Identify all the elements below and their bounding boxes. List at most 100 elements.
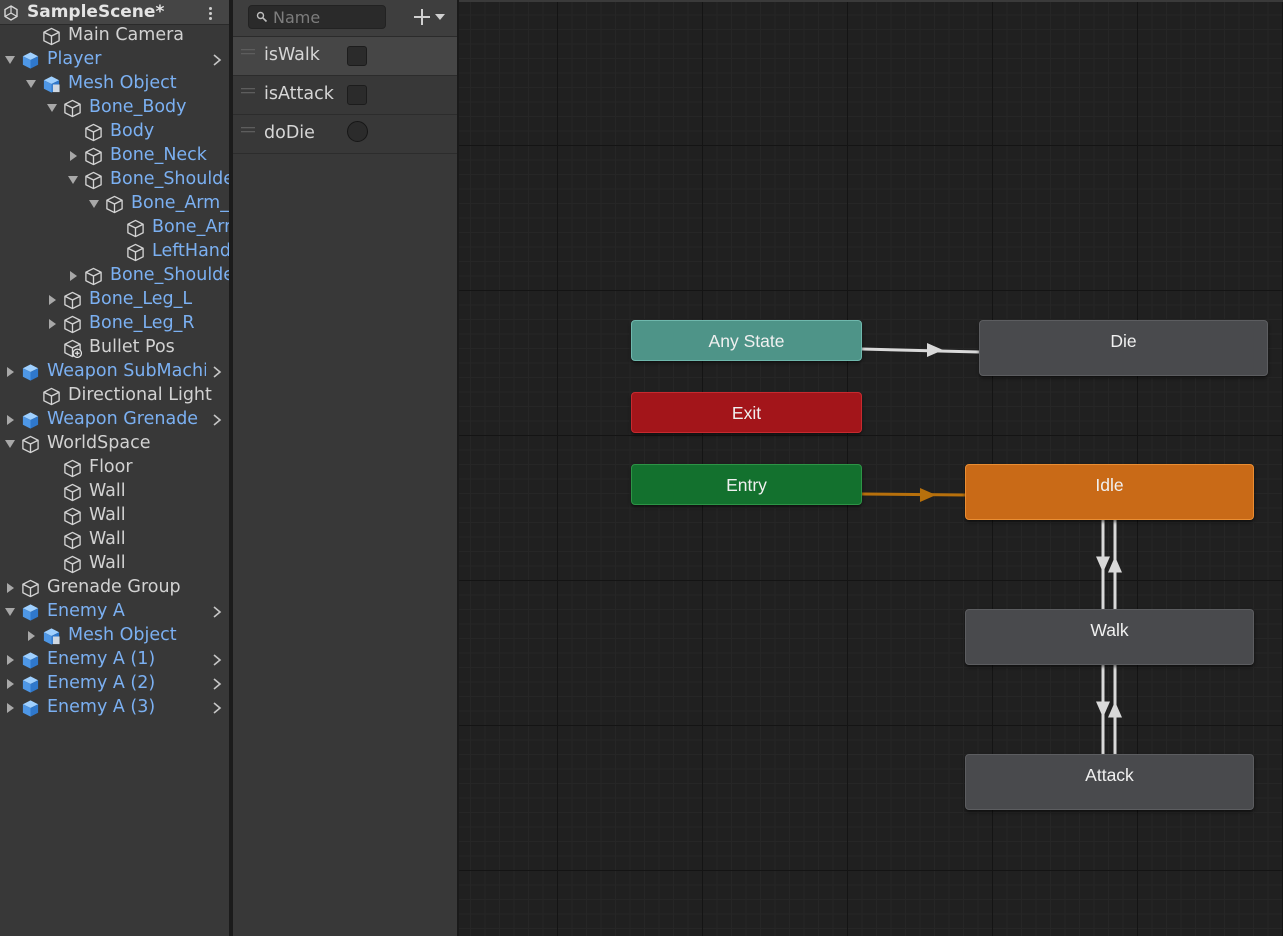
hierarchy-item[interactable]: Enemy A — [0, 600, 229, 624]
expand-right-arrow-icon[interactable] — [46, 293, 58, 307]
gameobject-cube-icon — [64, 99, 81, 118]
hierarchy-item[interactable]: Bone_Leg_L — [0, 288, 229, 312]
hierarchy-item-label: Bone_Body — [89, 97, 187, 117]
expand-right-arrow-icon[interactable] — [25, 629, 37, 643]
add-parameter-button[interactable] — [410, 5, 452, 29]
expand-right-arrow-icon[interactable] — [67, 269, 79, 283]
prefab-cube-icon — [22, 364, 39, 381]
transition-any-to-die[interactable] — [861, 347, 980, 354]
expand-down-arrow-icon[interactable] — [4, 437, 16, 451]
scene-header[interactable]: SampleScene* — [0, 0, 229, 25]
gameobject-cube-icon — [64, 507, 81, 526]
state-node-entry[interactable]: Entry — [631, 464, 862, 505]
bool-checkbox[interactable] — [347, 46, 367, 66]
open-prefab-chevron-icon[interactable] — [211, 413, 223, 427]
hierarchy-item[interactable]: Wall — [0, 504, 229, 528]
state-node-die[interactable]: Die — [979, 320, 1268, 376]
hierarchy-item[interactable]: Enemy A (2) — [0, 672, 229, 696]
parameter-row-doDie[interactable]: doDie — [233, 115, 457, 154]
hierarchy-item-label: Weapon SubMachineGun — [47, 361, 206, 381]
more-options-icon[interactable] — [205, 4, 217, 22]
hierarchy-item[interactable]: Main Camera — [0, 24, 229, 48]
expand-right-arrow-icon[interactable] — [46, 317, 58, 331]
hierarchy-item[interactable]: LeftHand — [0, 240, 229, 264]
hierarchy-item[interactable]: Grenade Group — [0, 576, 229, 600]
drag-handle-icon[interactable] — [241, 127, 255, 133]
animator-graph[interactable]: Any State Die Exit Entry Idle Walk Attack — [459, 0, 1283, 936]
state-node-exit[interactable]: Exit — [631, 392, 862, 433]
hierarchy-item[interactable]: Mesh Object — [0, 624, 229, 648]
hierarchy-item[interactable]: Mesh Object — [0, 72, 229, 96]
open-prefab-chevron-icon[interactable] — [211, 365, 223, 379]
hierarchy-item[interactable]: Floor — [0, 456, 229, 480]
expand-down-arrow-icon[interactable] — [46, 101, 58, 115]
parameter-name[interactable]: isAttack — [264, 84, 334, 104]
gameobject-cube-icon — [64, 555, 81, 574]
hierarchy-item[interactable]: Bone_Arm_L — [0, 216, 229, 240]
hierarchy-item[interactable]: Bone_Arm_L — [0, 192, 229, 216]
hierarchy-item-label: Bone_Arm_L — [152, 217, 229, 237]
parameter-row-isAttack[interactable]: isAttack — [233, 76, 457, 115]
hierarchy-item[interactable]: Directional Light — [0, 384, 229, 408]
open-prefab-chevron-icon[interactable] — [211, 605, 223, 619]
hierarchy-item[interactable]: Bone_Shoulder_R — [0, 264, 229, 288]
hierarchy-item[interactable]: Wall — [0, 528, 229, 552]
state-label: Die — [1110, 331, 1137, 351]
trigger-toggle[interactable] — [347, 121, 368, 142]
expand-down-arrow-icon[interactable] — [67, 173, 79, 187]
expand-down-arrow-icon[interactable] — [25, 77, 37, 91]
drag-handle-icon[interactable] — [241, 88, 255, 94]
hierarchy-item[interactable]: Bone_Shoulder_L — [0, 168, 229, 192]
drag-handle-icon[interactable] — [241, 49, 255, 55]
parameter-row-isWalk[interactable]: isWalk — [233, 37, 457, 76]
transition-arrow-entry-to-idle — [920, 488, 936, 502]
parameter-name[interactable]: doDie — [264, 123, 315, 143]
expand-down-arrow-icon[interactable] — [88, 197, 100, 211]
expand-right-arrow-icon[interactable] — [67, 149, 79, 163]
hierarchy-item-label: Bone_Shoulder_R — [110, 265, 229, 285]
hierarchy-item-label: Directional Light — [68, 385, 212, 405]
expand-down-arrow-icon[interactable] — [4, 53, 16, 67]
expand-right-arrow-icon[interactable] — [4, 365, 16, 379]
parameter-search-box[interactable] — [248, 5, 386, 29]
transition-entry-to-idle[interactable] — [861, 492, 966, 497]
hierarchy-item[interactable]: Wall — [0, 552, 229, 576]
expand-right-arrow-icon[interactable] — [4, 413, 16, 427]
hierarchy-item[interactable]: WorldSpace — [0, 432, 229, 456]
hierarchy-item[interactable]: Bone_Neck — [0, 144, 229, 168]
hierarchy-item[interactable]: Bullet Pos — [0, 336, 229, 360]
state-node-walk[interactable]: Walk — [965, 609, 1254, 665]
open-prefab-chevron-icon[interactable] — [211, 701, 223, 715]
expand-right-arrow-icon[interactable] — [4, 677, 16, 691]
expand-down-arrow-icon[interactable] — [4, 605, 16, 619]
hierarchy-item[interactable]: Player — [0, 48, 229, 72]
gameobject-cube-icon — [22, 579, 39, 598]
hierarchy-item[interactable]: Bone_Leg_R — [0, 312, 229, 336]
parameter-name[interactable]: isWalk — [264, 45, 320, 65]
prefab-cube-icon — [22, 412, 39, 429]
hierarchy-item[interactable]: Bone_Body — [0, 96, 229, 120]
hierarchy-item[interactable]: Body — [0, 120, 229, 144]
gameobject-cube-icon — [106, 195, 123, 214]
state-node-idle[interactable]: Idle — [965, 464, 1254, 520]
hierarchy-item[interactable]: Weapon Grenade — [0, 408, 229, 432]
hierarchy-item[interactable]: Weapon SubMachineGun — [0, 360, 229, 384]
gameobject-cube-icon — [85, 123, 102, 142]
state-node-attack[interactable]: Attack — [965, 754, 1254, 810]
prefab-model-icon — [43, 628, 60, 645]
open-prefab-chevron-icon[interactable] — [211, 677, 223, 691]
hierarchy-item[interactable]: Wall — [0, 480, 229, 504]
hierarchy-item-label: Bone_Arm_L — [131, 193, 229, 213]
open-prefab-chevron-icon[interactable] — [211, 53, 223, 67]
gameobject-cube-icon — [43, 27, 60, 46]
expand-right-arrow-icon[interactable] — [4, 653, 16, 667]
hierarchy-item[interactable]: Enemy A (3) — [0, 696, 229, 720]
expand-right-arrow-icon[interactable] — [4, 581, 16, 595]
hierarchy-item-label: Mesh Object — [68, 625, 177, 645]
open-prefab-chevron-icon[interactable] — [211, 653, 223, 667]
hierarchy-item[interactable]: Enemy A (1) — [0, 648, 229, 672]
expand-right-arrow-icon[interactable] — [4, 701, 16, 715]
bool-checkbox[interactable] — [347, 85, 367, 105]
state-node-any[interactable]: Any State — [631, 320, 862, 361]
parameter-search-input[interactable] — [273, 7, 378, 27]
